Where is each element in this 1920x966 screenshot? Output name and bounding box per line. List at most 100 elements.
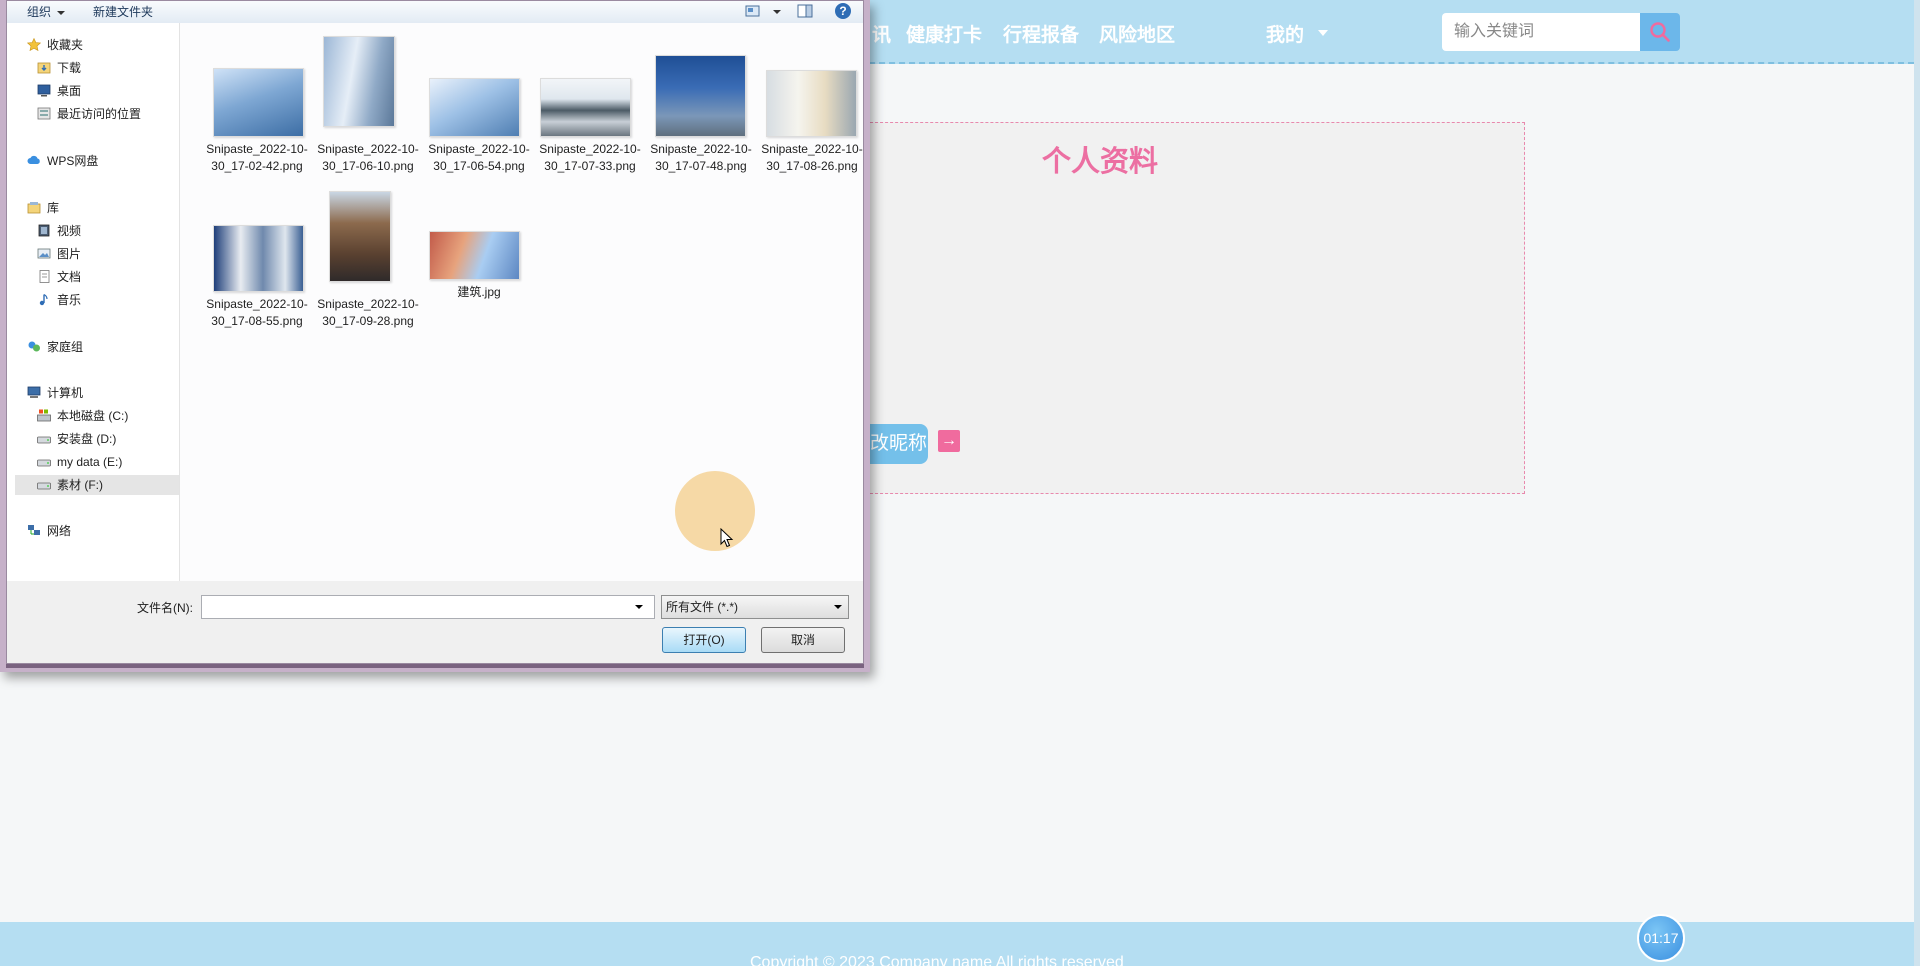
building-thumbnail-icon bbox=[329, 191, 391, 282]
network-icon bbox=[28, 525, 40, 536]
download-folder-icon bbox=[37, 62, 51, 74]
open-button[interactable]: 打开(O) bbox=[662, 627, 746, 653]
building-thumbnail-icon bbox=[766, 70, 857, 137]
library-icon bbox=[27, 202, 41, 214]
file-name: Snipaste_2022-10-30_17-08-26.png bbox=[761, 142, 863, 173]
file-item[interactable]: Snipaste_2022-10-30_17-07-48.png bbox=[641, 33, 752, 183]
file-item[interactable]: Snipaste_2022-10-30_17-09-28.png bbox=[308, 188, 419, 338]
cancel-button[interactable]: 取消 bbox=[761, 627, 845, 653]
tree-item-music[interactable]: 音乐 bbox=[37, 290, 177, 310]
system-drive-icon bbox=[37, 409, 51, 422]
change-view-icon[interactable] bbox=[745, 4, 761, 18]
tree-item-label: my data (E:) bbox=[57, 455, 123, 469]
building-thumbnail-icon bbox=[429, 78, 520, 137]
file-type-select[interactable]: 所有文件 (*.*) bbox=[661, 595, 849, 619]
tree-item-computer[interactable]: 计算机 bbox=[27, 383, 177, 403]
file-name: Snipaste_2022-10-30_17-02-42.png bbox=[206, 142, 308, 173]
profile-title: 个人资料 bbox=[1042, 146, 1159, 178]
tree-item-label: 桌面 bbox=[57, 84, 82, 98]
tree-item-drive-f[interactable]: 素材 (F:) bbox=[15, 475, 179, 495]
building-thumbnail-icon bbox=[213, 225, 304, 292]
tree-item-pictures[interactable]: 图片 bbox=[37, 244, 177, 264]
page-scrollbar[interactable] bbox=[1914, 0, 1920, 966]
profile-panel bbox=[865, 122, 1525, 494]
tree-item-homegroup[interactable]: 家庭组 bbox=[27, 337, 177, 357]
tree-item-network[interactable]: 网络 bbox=[27, 521, 177, 541]
file-name: Snipaste_2022-10-30_17-07-33.png bbox=[539, 142, 641, 173]
tree-item-recent-places[interactable]: 最近访问的位置 bbox=[37, 104, 177, 124]
chevron-down-icon[interactable] bbox=[635, 605, 643, 609]
chevron-down-icon bbox=[834, 605, 842, 609]
tree-item-label: 音乐 bbox=[57, 293, 82, 307]
nav-item-trip-report[interactable]: 行程报备 bbox=[1003, 20, 1079, 47]
organize-label: 组织 bbox=[27, 5, 52, 19]
tree-item-drive-e[interactable]: my data (E:) bbox=[37, 452, 177, 472]
mouse-cursor-icon bbox=[720, 528, 734, 548]
tree-item-label: 家庭组 bbox=[47, 340, 84, 354]
star-icon bbox=[27, 38, 41, 52]
nav-item-risk-areas[interactable]: 风险地区 bbox=[1099, 20, 1175, 47]
file-item[interactable]: Snipaste_2022-10-30_17-08-26.png bbox=[752, 33, 863, 183]
file-name: Snipaste_2022-10-30_17-06-54.png bbox=[428, 142, 530, 173]
tree-item-label: 库 bbox=[47, 201, 60, 215]
file-item[interactable]: Snipaste_2022-10-30_17-08-55.png bbox=[197, 188, 308, 338]
search-input[interactable] bbox=[1442, 13, 1640, 51]
tree-item-label: 安装盘 (D:) bbox=[57, 432, 117, 446]
file-name: Snipaste_2022-10-30_17-08-55.png bbox=[206, 297, 308, 328]
footer-copyright: Copyright © 2023 Company name All rights… bbox=[750, 954, 1124, 966]
search-button[interactable] bbox=[1640, 13, 1680, 51]
computer-icon bbox=[27, 386, 41, 399]
tree-item-label: WPS网盘 bbox=[47, 154, 99, 168]
chevron-down-icon bbox=[57, 10, 66, 15]
tree-item-desktop[interactable]: 桌面 bbox=[37, 81, 177, 101]
tree-item-wps-cloud[interactable]: WPS网盘 bbox=[27, 151, 177, 171]
nav-item-mine[interactable]: 我的 bbox=[1266, 20, 1304, 47]
pictures-icon bbox=[37, 248, 51, 259]
search-icon bbox=[1650, 22, 1670, 42]
footer: Copyright © 2023 Company name All rights… bbox=[0, 922, 1914, 966]
file-item[interactable]: Snipaste_2022-10-30_17-06-54.png bbox=[419, 33, 530, 183]
tree-item-favorites[interactable]: 收藏夹 bbox=[27, 35, 177, 55]
file-name: 建筑.jpg bbox=[457, 285, 501, 299]
file-type-value: 所有文件 (*.*) bbox=[666, 600, 739, 614]
tree-item-drive-d[interactable]: 安装盘 (D:) bbox=[37, 429, 177, 449]
preview-pane-icon[interactable] bbox=[797, 4, 813, 18]
file-open-dialog: 组织 新建文件夹 ? 收藏夹 下载 桌面 最近访问的位置 WPS网盘 库 视频 … bbox=[0, 0, 870, 672]
arrow-right-icon[interactable]: → bbox=[938, 430, 960, 452]
nav-item-partial[interactable]: 讯 bbox=[872, 20, 891, 47]
tree-item-videos[interactable]: 视频 bbox=[37, 221, 177, 241]
new-folder-button[interactable]: 新建文件夹 bbox=[93, 3, 153, 20]
organize-button[interactable]: 组织 bbox=[27, 3, 66, 20]
tree-item-label: 最近访问的位置 bbox=[57, 107, 142, 121]
chevron-down-icon[interactable] bbox=[773, 10, 781, 14]
dialog-bottom-bar: 文件名(N): 所有文件 (*.*) 打开(O) 取消 bbox=[7, 581, 863, 663]
file-item[interactable]: 建筑.jpg bbox=[419, 188, 523, 338]
documents-icon bbox=[39, 270, 50, 284]
drive-icon bbox=[37, 459, 51, 467]
dialog-frame-edge bbox=[6, 664, 864, 668]
tree-item-drive-c[interactable]: 本地磁盘 (C:) bbox=[37, 406, 177, 426]
drive-icon bbox=[37, 482, 51, 490]
tree-item-label: 文档 bbox=[57, 270, 82, 284]
help-icon[interactable]: ? bbox=[835, 3, 851, 19]
music-icon bbox=[39, 294, 48, 306]
cloud-icon bbox=[27, 156, 40, 165]
tree-item-libraries[interactable]: 库 bbox=[27, 198, 177, 218]
tree-item-downloads[interactable]: 下载 bbox=[37, 58, 177, 78]
file-item[interactable]: Snipaste_2022-10-30_17-07-33.png bbox=[530, 33, 641, 183]
dialog-body: 组织 新建文件夹 ? 收藏夹 下载 桌面 最近访问的位置 WPS网盘 库 视频 … bbox=[6, 0, 864, 664]
file-item[interactable]: Snipaste_2022-10-30_17-02-42.png bbox=[197, 33, 308, 183]
homegroup-icon bbox=[28, 341, 40, 352]
tree-item-documents[interactable]: 文档 bbox=[37, 267, 177, 287]
nav-item-health-checkin[interactable]: 健康打卡 bbox=[906, 20, 982, 47]
file-list-pane: Snipaste_2022-10-30_17-02-42.png Snipast… bbox=[180, 23, 863, 581]
chevron-down-icon[interactable] bbox=[1318, 30, 1328, 36]
building-thumbnail-icon bbox=[655, 55, 746, 137]
file-item[interactable]: Snipaste_2022-10-30_17-06-10.png bbox=[308, 33, 419, 183]
filename-input[interactable] bbox=[201, 595, 655, 619]
tree-item-label: 网络 bbox=[47, 524, 72, 538]
building-thumbnail-icon bbox=[540, 78, 631, 137]
tree-item-label: 本地磁盘 (C:) bbox=[57, 409, 129, 423]
tree-item-label: 下载 bbox=[57, 61, 82, 75]
building-thumbnail-icon bbox=[213, 68, 304, 137]
